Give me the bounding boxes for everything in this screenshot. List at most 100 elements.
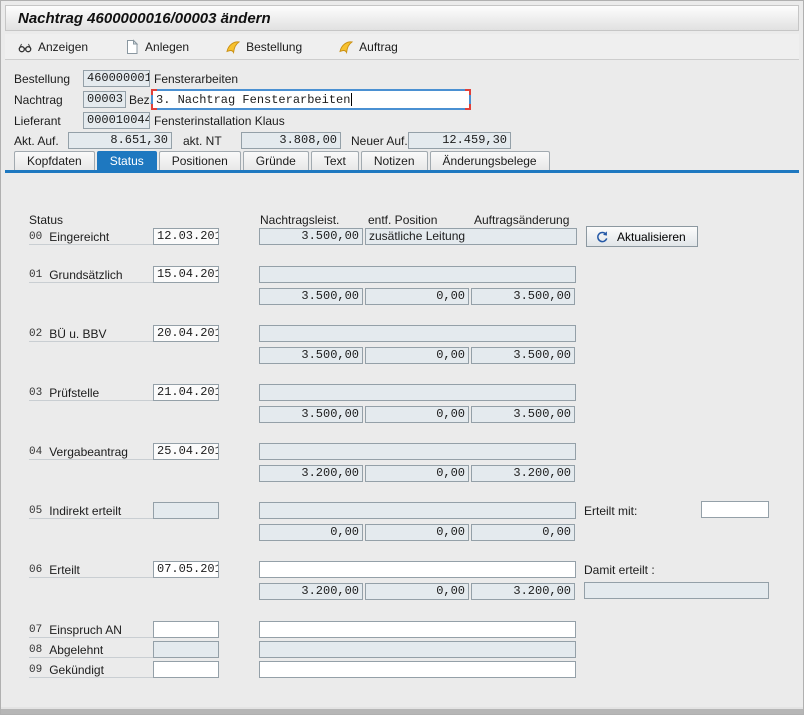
tab-status[interactable]: Status [97,151,157,170]
bez-label: Bez. [129,92,153,108]
nachtrag-label: Nachtrag [14,92,63,108]
amount-field: 0,00 [259,524,363,541]
date-field-eingereicht[interactable]: 12.03.2014 [153,228,219,245]
status-row-label: 05 Indirekt erteilt [29,503,153,519]
empty-wide-field [259,266,576,283]
nachtrag-number-field[interactable]: 00003 [83,91,126,108]
aktualisieren-button[interactable]: Aktualisieren [586,226,698,247]
bestellung-text: Fensterarbeiten [154,71,238,87]
application-toolbar: Anzeigen Anlegen Bestellung [5,34,799,60]
focus-corner [151,104,157,110]
akt-auf-field: 8.651,30 [68,132,172,149]
amount-field: 0,00 [365,347,469,364]
akt-auf-label: Akt. Auf. [14,133,59,149]
refresh-icon [595,230,609,244]
follow-on-document-icon [225,39,241,55]
focus-corner [465,89,471,95]
date-field-vergabeantrag[interactable]: 25.04.2014 [153,443,219,460]
lieferant-text: Fensterinstallation Klaus [154,113,285,129]
auftrag-label: Auftrag [359,40,398,54]
date-field-erteilt[interactable]: 07.05.2016 [153,561,219,578]
anzeigen-label: Anzeigen [38,40,88,54]
date-field-pruefstelle[interactable]: 21.04.2014 [153,384,219,401]
follow-on-document-icon [338,39,354,55]
amount-field: 3.500,00 [259,347,363,364]
window-titlebar: Nachtrag 4600000016/00003 ändern [5,5,799,31]
amount-field: 0,00 [365,406,469,423]
damit-erteilt-field [584,582,769,599]
status-row-label: 08 Abgelehnt [29,642,153,658]
empty-wide-field[interactable] [259,661,576,678]
amount-field: 3.500,00 [259,288,363,305]
status-row-label: 09 Gekündigt [29,662,153,678]
tab-aenderungsbelege[interactable]: Änderungsbelege [430,151,550,170]
date-field-grundsaetzlich[interactable]: 15.04.2014 [153,266,219,283]
tab-text[interactable]: Text [311,151,359,170]
status-row-label: 00 Eingereicht [29,229,153,245]
bez-input[interactable]: 3. Nachtrag Fensterarbeiten [151,89,471,110]
date-field-einspruch-an[interactable] [153,621,219,638]
empty-wide-field [259,384,576,401]
date-field-bue-bbv[interactable]: 20.04.2014 [153,325,219,342]
empty-wide-field [259,502,576,519]
column-header-nachtragsleist: Nachtragsleist. [260,212,339,228]
tabstrip: Kopfdaten Status Positionen Gründe Text … [14,151,550,170]
empty-wide-field[interactable] [259,621,576,638]
status-row-label: 06 Erteilt [29,562,153,578]
neuer-auf-label: Neuer Auf. [351,133,408,149]
auftrag-button[interactable]: Auftrag [334,37,402,57]
bestellung-label: Bestellung [14,71,70,87]
amount-field: 3.500,00 [471,347,575,364]
glasses-icon [17,39,33,55]
nachtragsleist-field: 3.500,00 [259,228,363,245]
tab-gruende[interactable]: Gründe [243,151,309,170]
text-caret [351,93,352,106]
anlegen-button[interactable]: Anlegen [120,37,193,57]
empty-wide-field[interactable] [259,561,576,578]
focus-corner [465,104,471,110]
tabstrip-underline [5,170,799,173]
erteilt-mit-field[interactable] [701,501,769,518]
page-title: Nachtrag 4600000016/00003 ändern [6,10,271,27]
date-field-abgelehnt [153,641,219,658]
amount-field: 3.500,00 [259,406,363,423]
empty-wide-field [259,443,576,460]
amount-field: 0,00 [365,465,469,482]
akt-nt-field: 3.808,00 [241,132,341,149]
lieferant-number-field[interactable]: 0000100446 [83,112,150,129]
status-row-label: 04 Vergabeantrag [29,444,153,460]
amount-field: 3.200,00 [471,465,575,482]
amount-field: 3.200,00 [259,465,363,482]
tab-positionen[interactable]: Positionen [159,151,241,170]
erteilt-mit-label: Erteilt mit: [584,503,637,519]
date-field-gekuendigt[interactable] [153,661,219,678]
amount-field: 0,00 [471,524,575,541]
amount-field: 0,00 [365,288,469,305]
entf-position-field[interactable]: zusätliche Leitung [365,228,577,245]
column-header-auftragsaenderung: Auftragsänderung [474,212,569,228]
amount-field: 0,00 [365,524,469,541]
tab-notizen[interactable]: Notizen [361,151,428,170]
bestellung-button[interactable]: Bestellung [221,37,306,57]
lieferant-label: Lieferant [14,113,61,129]
amount-field: 3.500,00 [471,406,575,423]
bez-input-value: 3. Nachtrag Fensterarbeiten [156,93,350,107]
date-field-indirekt-erteilt [153,502,219,519]
anlegen-label: Anlegen [145,40,189,54]
new-document-icon [124,39,140,55]
bestellung-number-field[interactable]: 4600000016 [83,70,150,87]
empty-wide-field [259,325,576,342]
status-row-label: 02 BÜ u. BBV [29,326,153,342]
aktualisieren-label: Aktualisieren [617,230,686,244]
amount-field: 3.200,00 [471,583,575,600]
status-row-label: 03 Prüfstelle [29,385,153,401]
sap-window: Nachtrag 4600000016/00003 ändern Anzeige… [0,0,804,715]
window-bottom-edge [1,707,803,714]
column-header-status: Status [29,212,63,228]
tab-kopfdaten[interactable]: Kopfdaten [14,151,95,170]
status-row-label: 07 Einspruch AN [29,622,153,638]
empty-wide-field [259,641,576,658]
column-header-entf-position: entf. Position [368,212,437,228]
damit-erteilt-label: Damit erteilt : [584,562,655,578]
anzeigen-button[interactable]: Anzeigen [13,37,92,57]
